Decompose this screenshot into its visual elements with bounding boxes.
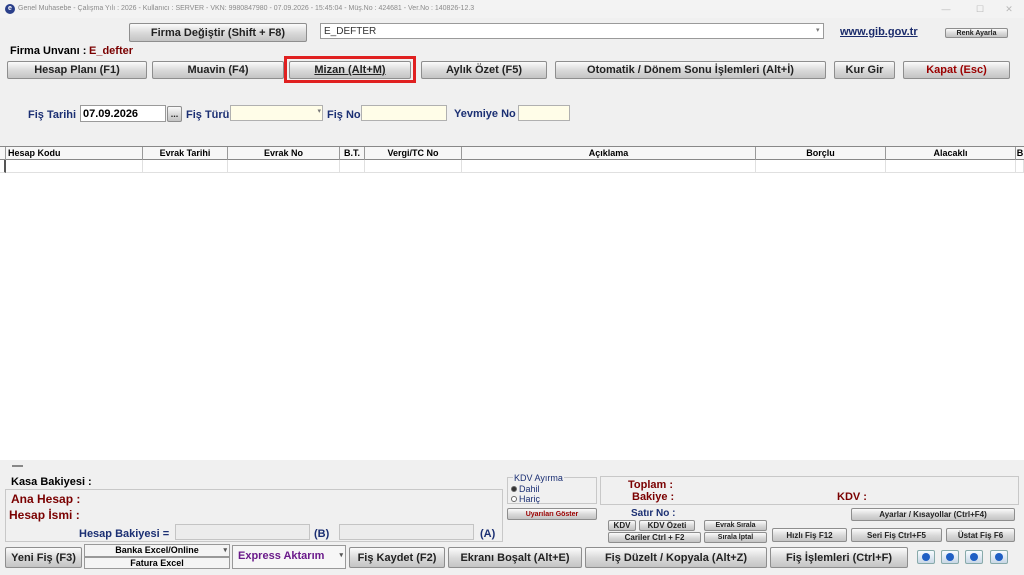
- last-record-icon[interactable]: [990, 550, 1008, 564]
- column-header-evrak-tarihi[interactable]: Evrak Tarihi: [143, 147, 228, 160]
- chevron-down-icon: ▾: [339, 552, 343, 559]
- column-header-vergi-tc-no[interactable]: Vergi/TC No: [365, 147, 462, 160]
- chevron-down-icon: ▾: [223, 547, 227, 554]
- app-icon: e: [5, 4, 15, 14]
- toplam-label: Toplam :: [628, 479, 674, 491]
- hesap-plani-button[interactable]: Hesap Planı (F1): [7, 61, 147, 79]
- firma-unvani-label: Firma Unvanı :: [10, 45, 87, 57]
- hizli-fis-button[interactable]: Hızlı Fiş F12: [772, 528, 847, 542]
- kur-gir-button[interactable]: Kur Gir: [834, 61, 895, 79]
- firma-select-value: E_DEFTER: [324, 26, 377, 37]
- otomatik-donem-sonu-button[interactable]: Otomatik / Dönem Sonu İşlemleri (Alt+İ): [555, 61, 826, 79]
- column-header-bt[interactable]: B.T.: [340, 147, 365, 160]
- minimize-button[interactable]: —: [931, 0, 961, 18]
- kasa-bakiyesi-label: Kasa Bakiyesi :: [11, 476, 92, 488]
- fatura-excel-button[interactable]: Fatura Excel: [84, 557, 230, 569]
- column-header-evrak-no[interactable]: Evrak No: [228, 147, 340, 160]
- b-label: (B): [314, 528, 330, 540]
- fis-islemleri-button[interactable]: Fiş İşlemleri (Ctrl+F): [770, 547, 908, 568]
- mizan-button[interactable]: Mizan (Alt+M): [289, 61, 411, 79]
- column-header-hesap-kodu[interactable]: Hesap Kodu: [6, 147, 143, 160]
- fis-tarihi-input[interactable]: 07.09.2026: [80, 105, 166, 122]
- previous-record-icon[interactable]: [941, 550, 959, 564]
- window-title: Genel Muhasebe - Çalışma Yılı : 2026 - K…: [18, 5, 475, 12]
- cell-b[interactable]: [1016, 160, 1024, 173]
- kdv-total-label: KDV :: [837, 491, 867, 503]
- chevron-down-icon: ▾: [317, 108, 321, 115]
- maximize-button[interactable]: ☐: [965, 0, 995, 18]
- muavin-button[interactable]: Muavin (F4): [152, 61, 284, 79]
- kdv-dahil-label: Dahil: [519, 484, 540, 494]
- kdv-ayirma-label: KDV Ayırma: [513, 473, 564, 483]
- date-picker-button[interactable]: ...: [167, 106, 182, 122]
- cell-alacakli[interactable]: [886, 160, 1016, 173]
- banka-excel-label: Banka Excel/Online: [115, 545, 199, 555]
- uyarilari-goster-button[interactable]: Uyarıları Göster: [507, 508, 597, 520]
- sirala-iptal-button[interactable]: Sırala İptal: [704, 532, 767, 543]
- renk-ayarla-button[interactable]: Renk Ayarla: [945, 28, 1008, 38]
- cell-bt[interactable]: [340, 160, 365, 173]
- grid-header: Hesap Kodu Evrak Tarihi Evrak No B.T. Ve…: [0, 146, 1024, 160]
- fis-no-label: Fiş No: [327, 109, 361, 121]
- kdv-haric-radio[interactable]: Hariç: [511, 494, 540, 504]
- banka-excel-dropdown[interactable]: Banka Excel/Online ▾: [84, 544, 230, 557]
- hesap-bakiyesi-a-field: [339, 524, 474, 540]
- fis-kaydet-button[interactable]: Fiş Kaydet (F2): [349, 547, 445, 568]
- seri-fis-button[interactable]: Seri Fiş Ctrl+F5: [851, 528, 942, 542]
- hesap-ismi-label: Hesap İsmi :: [9, 508, 80, 522]
- kdv-haric-label: Hariç: [519, 494, 541, 504]
- fis-no-input[interactable]: [361, 105, 447, 121]
- column-header-b[interactable]: B: [1016, 147, 1024, 160]
- yevmiye-no-input[interactable]: [518, 105, 570, 121]
- ustat-fis-button[interactable]: Üstat Fiş F6: [946, 528, 1015, 542]
- hesap-bakiyesi-b-field: [175, 524, 310, 540]
- chevron-down-icon: ▾: [816, 27, 820, 34]
- ekrani-bosalt-button[interactable]: Ekranı Boşalt (Alt+E): [448, 547, 582, 568]
- kdv-dahil-radio[interactable]: Dahil: [511, 484, 540, 494]
- splitter-handle[interactable]: [12, 465, 23, 467]
- close-button[interactable]: ✕: [994, 0, 1024, 18]
- fis-turu-select[interactable]: ▾: [230, 105, 323, 121]
- aylik-ozet-button[interactable]: Aylık Özet (F5): [421, 61, 547, 79]
- express-aktarim-label: Express Aktarım: [238, 550, 325, 562]
- cell-evrak-tarihi[interactable]: [143, 160, 228, 173]
- ana-hesap-label: Ana Hesap :: [11, 492, 81, 506]
- first-record-icon[interactable]: [917, 550, 935, 564]
- cell-aciklama[interactable]: [462, 160, 756, 173]
- a-label: (A): [480, 528, 496, 540]
- evrak-sirala-button[interactable]: Evrak Sırala: [704, 520, 767, 531]
- fis-duzelt-kopyala-button[interactable]: Fiş Düzelt / Kopyala (Alt+Z): [585, 547, 767, 568]
- cell-evrak-no[interactable]: [228, 160, 340, 173]
- gib-link[interactable]: www.gib.gov.tr: [840, 26, 918, 38]
- express-aktarim-dropdown[interactable]: Express Aktarım ▾: [232, 545, 346, 569]
- yevmiye-no-label: Yevmiye No: [454, 108, 516, 120]
- hesap-bakiyesi-label: Hesap Bakiyesi =: [79, 528, 170, 540]
- satir-no-label: Satır No :: [631, 508, 676, 519]
- next-record-icon[interactable]: [965, 550, 983, 564]
- firma-unvani-value: E_defter: [89, 45, 134, 57]
- kdv-button[interactable]: KDV: [608, 520, 636, 531]
- cell-vergi-tc-no[interactable]: [365, 160, 462, 173]
- column-header-aciklama[interactable]: Açıklama: [462, 147, 756, 160]
- kapat-button[interactable]: Kapat (Esc): [903, 61, 1010, 79]
- cell-borclu[interactable]: [756, 160, 886, 173]
- firma-select[interactable]: E_DEFTER ▾: [320, 23, 824, 39]
- fis-turu-label: Fiş Türü: [186, 109, 230, 121]
- cell-hesap-kodu[interactable]: [6, 160, 143, 173]
- yeni-fis-button[interactable]: Yeni Fiş (F3): [5, 547, 82, 568]
- radio-selected-icon: [511, 486, 517, 492]
- radio-unselected-icon: [511, 496, 517, 502]
- fis-tarihi-label: Fiş Tarihi: [28, 109, 77, 121]
- ayarlar-kisayollar-button[interactable]: Ayarlar / Kısayollar (Ctrl+F4): [851, 508, 1015, 521]
- column-header-borclu[interactable]: Borçlu: [756, 147, 886, 160]
- bakiye-label: Bakiye :: [632, 491, 675, 503]
- firma-degistir-button[interactable]: Firma Değiştir (Shift + F8): [129, 23, 307, 42]
- cariler-button[interactable]: Cariler Ctrl + F2: [608, 532, 701, 543]
- entry-grid[interactable]: [0, 160, 1024, 460]
- table-row[interactable]: [0, 160, 1024, 174]
- column-header-alacakli[interactable]: Alacaklı: [886, 147, 1016, 160]
- title-bar: e Genel Muhasebe - Çalışma Yılı : 2026 -…: [0, 0, 1024, 18]
- kdv-ozeti-button[interactable]: KDV Özeti: [639, 520, 695, 531]
